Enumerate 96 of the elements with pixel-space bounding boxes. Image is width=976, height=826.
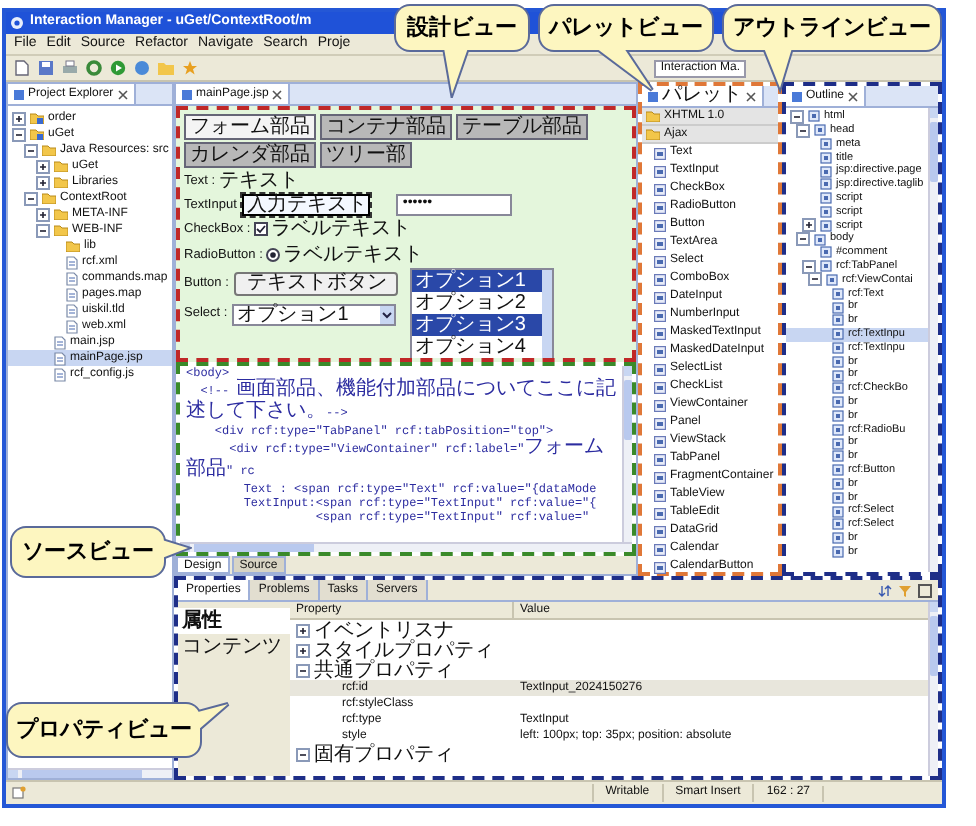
collapse-icon[interactable]	[802, 259, 816, 274]
expand-icon[interactable]	[36, 175, 50, 189]
collapse-icon[interactable]	[24, 191, 38, 205]
radio-button[interactable]	[266, 248, 281, 262]
list-option[interactable]: オプション4	[412, 336, 543, 358]
property-group: 固有プロパティ	[314, 743, 454, 765]
list-option[interactable]: オプション3	[412, 314, 543, 336]
design-tab[interactable]: フォーム部品	[184, 114, 316, 140]
callout-label: ソースビュー	[20, 537, 156, 568]
component-icon	[654, 381, 666, 393]
close-icon[interactable]	[117, 89, 128, 99]
collapse-icon[interactable]	[796, 123, 810, 138]
text-input[interactable]: 入力テキスト	[242, 194, 371, 216]
callout-label: パレットビュー	[546, 13, 705, 44]
close-icon[interactable]	[272, 89, 283, 99]
project-folder-icon	[30, 128, 44, 140]
page-icon[interactable]	[14, 60, 30, 76]
property-group: イベントリスナ	[314, 619, 454, 641]
component-icon	[654, 147, 666, 159]
callout-label: プロパティビュー	[14, 715, 194, 746]
side-tab[interactable]: コンテンツ	[178, 634, 290, 660]
component-icon	[654, 165, 666, 177]
printer-icon[interactable]	[62, 60, 78, 76]
component-icon	[654, 471, 666, 483]
component-icon	[654, 183, 666, 195]
component-icon	[654, 309, 666, 321]
component-icon	[654, 327, 666, 339]
component-icon	[654, 201, 666, 213]
callout-bubble	[392, 2, 532, 98]
expand-icon[interactable]	[36, 207, 50, 221]
design-tab[interactable]: ツリー部	[320, 142, 412, 168]
option-label: ラベルテキスト	[282, 242, 423, 270]
collapse-icon[interactable]	[24, 143, 38, 157]
design-tab[interactable]: コンテナ部品	[320, 114, 452, 140]
caret-icon	[379, 305, 394, 323]
property-group: スタイルプロパティ	[314, 639, 494, 661]
sort-icon[interactable]	[878, 583, 892, 597]
scrollbar[interactable]	[928, 108, 938, 572]
component-icon	[654, 417, 666, 429]
collapse-icon[interactable]	[36, 223, 50, 237]
push-button[interactable]: テキストボタン	[234, 271, 399, 295]
callout-label: 設計ビュー	[404, 13, 519, 44]
component-icon	[654, 345, 666, 357]
list-option[interactable]: オプション2	[412, 292, 543, 314]
collapse-icon[interactable]	[12, 127, 26, 141]
collapse-icon[interactable]	[296, 747, 310, 761]
play-icon[interactable]	[110, 60, 126, 76]
list-option[interactable]: オプション1	[412, 270, 543, 292]
view-icon	[182, 89, 192, 99]
component-icon	[654, 255, 666, 267]
side-tab[interactable]: 属性	[178, 608, 290, 634]
collapse-icon[interactable]	[796, 232, 810, 247]
view-icon	[792, 91, 802, 101]
property-group: 共通プロパティ	[314, 659, 454, 681]
component-icon	[654, 363, 666, 375]
collapse-icon[interactable]	[808, 272, 822, 287]
component-icon	[654, 543, 666, 555]
collapse-icon[interactable]	[790, 109, 804, 124]
component-icon	[654, 561, 666, 573]
close-icon[interactable]	[746, 91, 756, 101]
component-icon	[654, 219, 666, 231]
scrollbar[interactable]	[928, 602, 938, 776]
scrollbar[interactable]	[622, 366, 632, 542]
list-box[interactable]: オプション1 オプション2 オプション3 オプション4	[410, 268, 555, 358]
component-icon	[654, 399, 666, 411]
scrollbar[interactable]	[180, 542, 632, 552]
status-icon	[12, 786, 26, 800]
expand-icon[interactable]	[802, 218, 816, 233]
view-icon	[648, 91, 658, 101]
expand-icon[interactable]	[36, 159, 50, 173]
expand-icon[interactable]	[12, 111, 26, 125]
component-icon	[654, 273, 666, 285]
component-icon	[654, 435, 666, 447]
star-icon[interactable]	[182, 60, 198, 76]
text-value: テキスト	[219, 168, 300, 193]
component-icon	[654, 525, 666, 537]
checkbox[interactable]	[254, 222, 269, 236]
component-icon	[654, 291, 666, 303]
component-icon	[654, 453, 666, 465]
callout-label: アウトラインビュー	[731, 13, 933, 44]
close-icon[interactable]	[848, 91, 859, 101]
project-folder-icon	[30, 112, 44, 124]
maximize-icon[interactable]	[918, 583, 932, 597]
design-tab[interactable]: テーブル部品	[456, 114, 588, 140]
scrollbar[interactable]	[8, 768, 172, 778]
component-icon	[654, 507, 666, 519]
view-tab[interactable]: パレット	[642, 86, 764, 106]
view-icon	[14, 89, 24, 99]
collapse-icon[interactable]	[296, 663, 310, 677]
expand-icon[interactable]	[296, 623, 310, 637]
component-icon	[654, 489, 666, 501]
component-icon	[654, 237, 666, 249]
design-tab[interactable]: カレンダ部品	[184, 142, 316, 168]
select-field[interactable]: オプション1	[231, 303, 396, 325]
expand-icon[interactable]	[296, 643, 310, 657]
option-label: ラベルテキスト	[270, 216, 411, 244]
